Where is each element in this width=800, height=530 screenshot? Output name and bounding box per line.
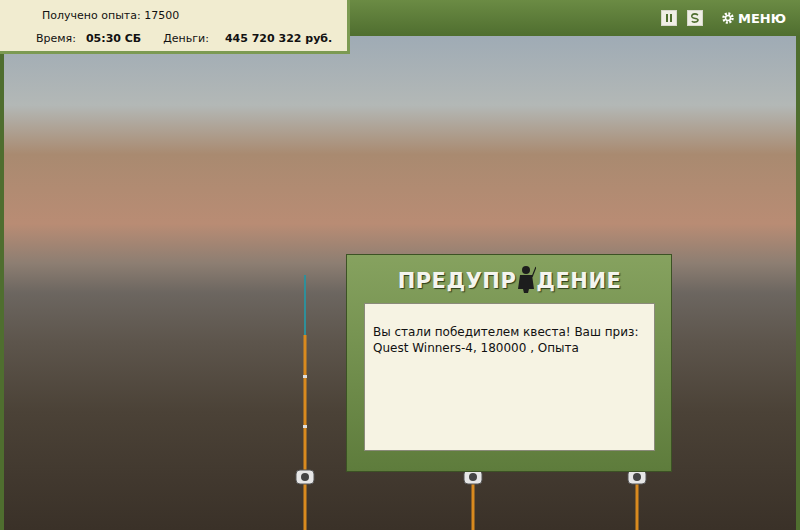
gear-icon	[721, 11, 735, 25]
pause-icon	[664, 13, 674, 23]
pause-button[interactable]	[661, 10, 677, 26]
warning-dialog: ПРЕДУПР ДЕНИЕ Вы стали победителем квеста!…	[346, 254, 672, 472]
dialog-title-start: ПРЕДУПР	[398, 269, 517, 293]
experience-text: Получено опыта: 17500	[42, 9, 179, 22]
dialog-title-end: ДЕНИЕ	[536, 269, 621, 293]
dialog-message: Вы стали победителем квеста! Ваш приз: Q…	[373, 324, 646, 356]
sound-icon	[690, 13, 700, 23]
time-label: Время:	[36, 32, 76, 45]
dialog-body: Вы стали победителем квеста! Ваш приз: Q…	[364, 303, 655, 451]
dialog-title: ПРЕДУПР ДЕНИЕ	[364, 263, 655, 293]
sound-button[interactable]	[687, 10, 703, 26]
fisherman-icon	[516, 265, 536, 293]
status-panel: Получено опыта: 17500 Время: 05:30 СБ Деньг…	[0, 0, 350, 54]
fishing-rod-icon[interactable]	[295, 275, 315, 530]
money-label: Деньги:	[163, 32, 209, 45]
experience-row: Получено опыта: 17500	[40, 9, 339, 22]
time-money-row: Время: 05:30 СБ Деньги: 445 720 322 руб.	[36, 32, 339, 45]
time-value: 05:30 СБ	[86, 32, 141, 45]
fishing-scene: ПРЕДУПР ДЕНИЕ Вы стали победителем квеста!…	[4, 36, 796, 530]
money-value: 445 720 322 руб.	[225, 32, 332, 45]
menu-label: МЕНЮ	[738, 11, 786, 26]
menu-button[interactable]: МЕНЮ	[721, 11, 786, 26]
